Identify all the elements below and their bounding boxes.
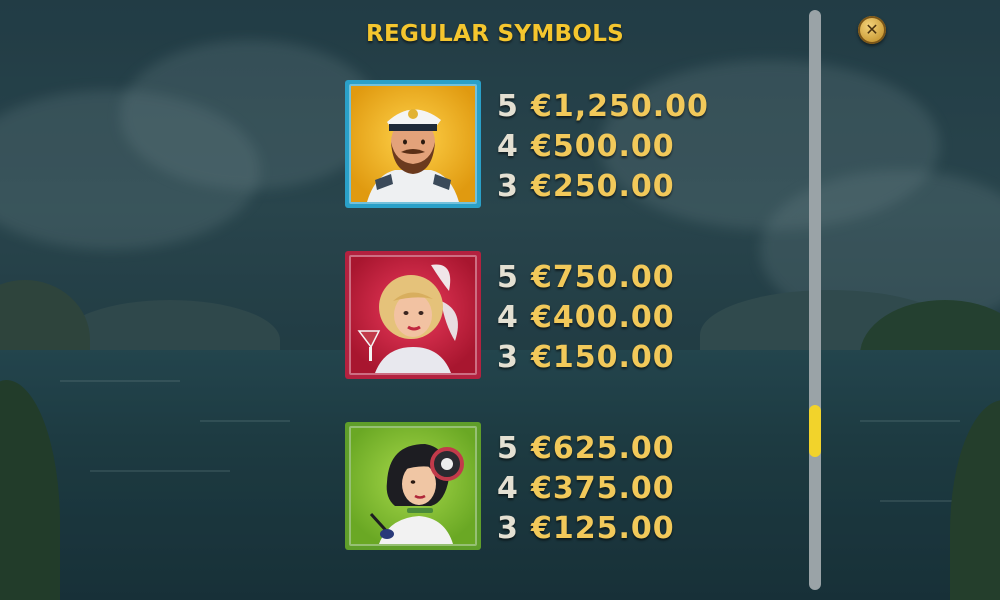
scrollbar-thumb[interactable] — [809, 405, 821, 457]
scrollbar-track[interactable] — [809, 10, 821, 590]
match-count: 3 — [497, 510, 519, 546]
payout-amount: €400.00 — [531, 299, 675, 335]
symbol-row-captain: 5 €1,250.00 4 €500.00 3 €250.00 — [345, 80, 765, 210]
payout-amount: €150.00 — [531, 339, 675, 375]
symbol-row-flapper-lady: 5 €625.00 4 €375.00 3 €125.00 — [345, 422, 765, 552]
blonde-lady-symbol-icon — [345, 251, 481, 379]
pay-line: 3 €150.00 — [497, 337, 675, 377]
pay-line: 3 €125.00 — [497, 508, 675, 548]
match-count: 4 — [497, 128, 519, 164]
close-icon: ✕ — [865, 20, 879, 39]
match-count: 3 — [497, 339, 519, 375]
match-count: 4 — [497, 299, 519, 335]
payout-amount: €125.00 — [531, 510, 675, 546]
pay-line: 5 €625.00 — [497, 428, 675, 468]
page-title: REGULAR SYMBOLS — [365, 21, 625, 47]
payout-amount: €375.00 — [531, 470, 675, 506]
pay-line: 4 €400.00 — [497, 297, 675, 337]
close-button[interactable]: ✕ — [858, 16, 886, 44]
payout-amount: €625.00 — [531, 430, 675, 466]
pay-line: 3 €250.00 — [497, 166, 709, 206]
match-count: 3 — [497, 168, 519, 204]
pay-line: 4 €500.00 — [497, 126, 709, 166]
payout-amount: €1,250.00 — [531, 88, 709, 124]
flapper-lady-symbol-icon — [345, 422, 481, 550]
symbol-row-blonde-lady: 5 €750.00 4 €400.00 3 €150.00 — [345, 251, 765, 381]
match-count: 4 — [497, 470, 519, 506]
payout-amount: €750.00 — [531, 259, 675, 295]
pay-line: 5 €750.00 — [497, 257, 675, 297]
pay-line: 5 €1,250.00 — [497, 86, 709, 126]
payout-amount: €500.00 — [531, 128, 675, 164]
match-count: 5 — [497, 88, 519, 124]
payout-amount: €250.00 — [531, 168, 675, 204]
match-count: 5 — [497, 430, 519, 466]
captain-symbol-icon — [345, 80, 481, 208]
match-count: 5 — [497, 259, 519, 295]
pay-line: 4 €375.00 — [497, 468, 675, 508]
